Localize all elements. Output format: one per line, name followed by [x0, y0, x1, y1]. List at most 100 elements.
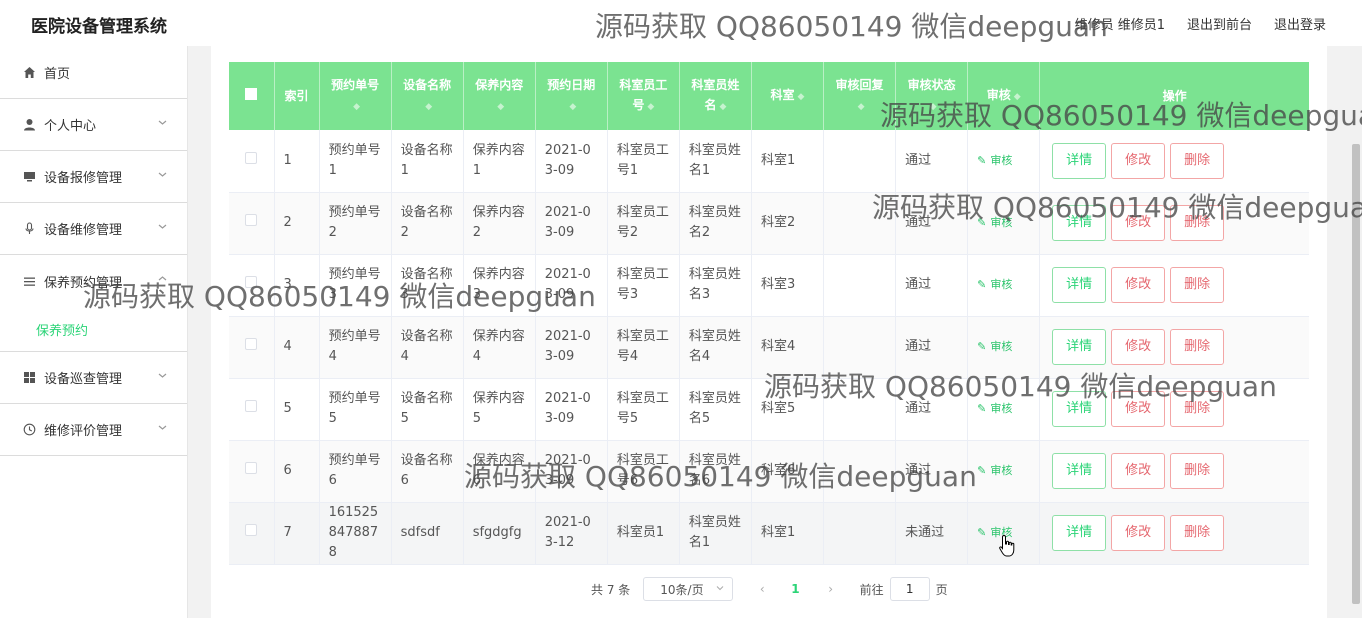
sidebar-item-home[interactable]: 首页: [0, 46, 187, 99]
detail-button[interactable]: 详情: [1052, 391, 1107, 427]
row-checkbox-cell[interactable]: [229, 378, 275, 441]
current-user-label: 维修员 维修员1: [1074, 18, 1165, 33]
edit-button[interactable]: 修改: [1111, 453, 1166, 489]
delete-button[interactable]: 删除: [1170, 267, 1225, 303]
prev-page-button[interactable]: ‹: [755, 582, 769, 596]
delete-button[interactable]: 删除: [1170, 453, 1225, 489]
row-checkbox[interactable]: [245, 276, 258, 288]
column-header[interactable]: 预约日期 ◆: [535, 62, 608, 130]
dept-cell: 科室1: [751, 502, 825, 565]
sort-icon: ◆: [929, 102, 937, 112]
detail-button[interactable]: 详情: [1052, 453, 1107, 489]
audit-link[interactable]: ✎ 审核: [977, 402, 1012, 415]
edit-button[interactable]: 修改: [1111, 515, 1166, 551]
sidebar-item-repair-report[interactable]: 设备报修管理: [0, 151, 187, 203]
chevron-down-icon: [158, 224, 167, 229]
row-checkbox-cell[interactable]: [229, 316, 275, 379]
date-cell: 2021-03-09: [535, 130, 608, 193]
chevron-down-icon: [158, 425, 167, 430]
column-header[interactable]: 科室员姓名 ◆: [679, 62, 752, 130]
order-no-cell: 1615258478878: [319, 502, 392, 565]
column-header[interactable]: 科室员工号 ◆: [607, 62, 680, 130]
audit-link[interactable]: ✎ 审核: [977, 216, 1012, 229]
goto-page-input[interactable]: 1: [889, 577, 930, 601]
audit-cell: ✎ 审核: [967, 440, 1041, 503]
column-header[interactable]: 设备名称 ◆: [391, 62, 464, 130]
table-row: 6 预约单号6 设备名称6 保养内容6 2021-03-09 科室员工号6 科室员姓名6 科室…: [229, 440, 1309, 503]
dept-cell: 科室4: [751, 316, 825, 379]
status-cell: 通过: [895, 316, 969, 379]
detail-button[interactable]: 详情: [1052, 329, 1107, 365]
status-cell: 未通过: [895, 502, 969, 565]
sort-icon: ◆: [425, 102, 433, 112]
sidebar-item-repair-manage[interactable]: 设备维修管理: [0, 203, 187, 255]
list-icon: [22, 274, 36, 288]
row-checkbox-cell[interactable]: [229, 130, 275, 193]
edit-button[interactable]: 修改: [1111, 142, 1166, 179]
row-checkbox[interactable]: [245, 214, 258, 226]
column-header[interactable]: 审核回复 ◆: [823, 62, 897, 130]
row-checkbox[interactable]: [245, 400, 258, 412]
logout-link[interactable]: 退出登录: [1274, 14, 1326, 33]
detail-button[interactable]: 详情: [1052, 267, 1107, 303]
grid-icon: [22, 371, 36, 385]
row-checkbox[interactable]: [245, 338, 258, 350]
sidebar-item-label: 维修评价管理: [44, 424, 123, 439]
vertical-scrollbar[interactable]: [1350, 46, 1362, 618]
delete-button[interactable]: 删除: [1170, 329, 1225, 365]
column-header[interactable]: 保养内容 ◆: [463, 62, 536, 130]
table-row: 3 预约单号3 设备名称3 保养内容3 2021-03-09 科室员工号3 科室员姓名3 科室…: [229, 254, 1309, 317]
sidebar-item-inspection[interactable]: 设备巡查管理: [0, 352, 187, 404]
sidebar-item-evaluation[interactable]: 维修评价管理: [0, 404, 187, 456]
scrollbar-thumb[interactable]: [1352, 144, 1360, 604]
select-all-checkbox[interactable]: [229, 62, 275, 130]
edit-button[interactable]: 修改: [1111, 205, 1166, 241]
chevron-down-icon: [158, 373, 167, 378]
column-header[interactable]: 审核 ◆: [967, 62, 1041, 130]
row-checkbox[interactable]: [245, 151, 258, 164]
reply-cell: [823, 502, 897, 565]
audit-link[interactable]: ✎ 审核: [977, 340, 1012, 353]
delete-button[interactable]: 删除: [1170, 391, 1225, 427]
row-checkbox-cell[interactable]: [229, 502, 275, 565]
actions-cell: 详情 修改 删除: [1039, 316, 1309, 379]
booking-table: 索引 预约单号 ◆ 设备名称 ◆ 保养内容 ◆ 预约日期 ◆ 科室员工号 ◆ 科室员姓名 ◆…: [229, 62, 1309, 565]
sidebar-item-label: 保养预约管理: [44, 275, 123, 291]
date-cell: 2021-03-09: [535, 440, 608, 503]
column-header[interactable]: 科室 ◆: [751, 62, 825, 130]
column-header[interactable]: 预约单号 ◆: [319, 62, 392, 130]
column-header[interactable]: 审核状态 ◆: [895, 62, 969, 130]
row-checkbox-cell[interactable]: [229, 192, 275, 255]
edit-icon: ✎: [977, 153, 987, 167]
sidebar-item-maintenance-manage[interactable]: 保养预约管理: [0, 255, 187, 307]
content-cell: 保养内容6: [463, 440, 536, 503]
row-checkbox[interactable]: [245, 462, 258, 474]
page-size-select[interactable]: 10条/页: [643, 577, 734, 601]
row-checkbox-cell[interactable]: [229, 254, 275, 317]
content-cell: sfgdgfg: [463, 502, 536, 565]
delete-button[interactable]: 删除: [1170, 205, 1225, 241]
delete-button[interactable]: 删除: [1170, 142, 1225, 179]
edit-button[interactable]: 修改: [1111, 391, 1166, 427]
audit-cell: ✎ 审核: [967, 130, 1041, 193]
audit-link[interactable]: ✎ 审核: [977, 278, 1012, 291]
row-checkbox[interactable]: [245, 524, 258, 536]
next-page-button[interactable]: ›: [824, 582, 838, 596]
edit-button[interactable]: 修改: [1111, 329, 1166, 365]
edit-button[interactable]: 修改: [1111, 267, 1166, 303]
sort-icon: ◆: [719, 102, 727, 112]
sidebar-subitem-maintenance-booking[interactable]: 保养预约: [0, 307, 187, 351]
audit-link[interactable]: ✎ 审核: [977, 464, 1012, 477]
row-checkbox-cell[interactable]: [229, 440, 275, 503]
detail-button[interactable]: 详情: [1052, 205, 1107, 241]
actions-cell: 详情 修改 删除: [1039, 130, 1309, 193]
current-page[interactable]: 1: [791, 582, 799, 596]
sidebar-item-profile[interactable]: 个人中心: [0, 99, 187, 151]
sidebar-item-label: 设备维修管理: [44, 223, 123, 238]
detail-button[interactable]: 详情: [1052, 142, 1107, 179]
delete-button[interactable]: 删除: [1170, 515, 1225, 551]
detail-button[interactable]: 详情: [1052, 515, 1107, 551]
audit-link[interactable]: ✎ 审核: [977, 154, 1012, 167]
back-to-front-link[interactable]: 退出到前台: [1187, 14, 1252, 33]
staff-no-cell: 科室员工号2: [607, 192, 680, 255]
